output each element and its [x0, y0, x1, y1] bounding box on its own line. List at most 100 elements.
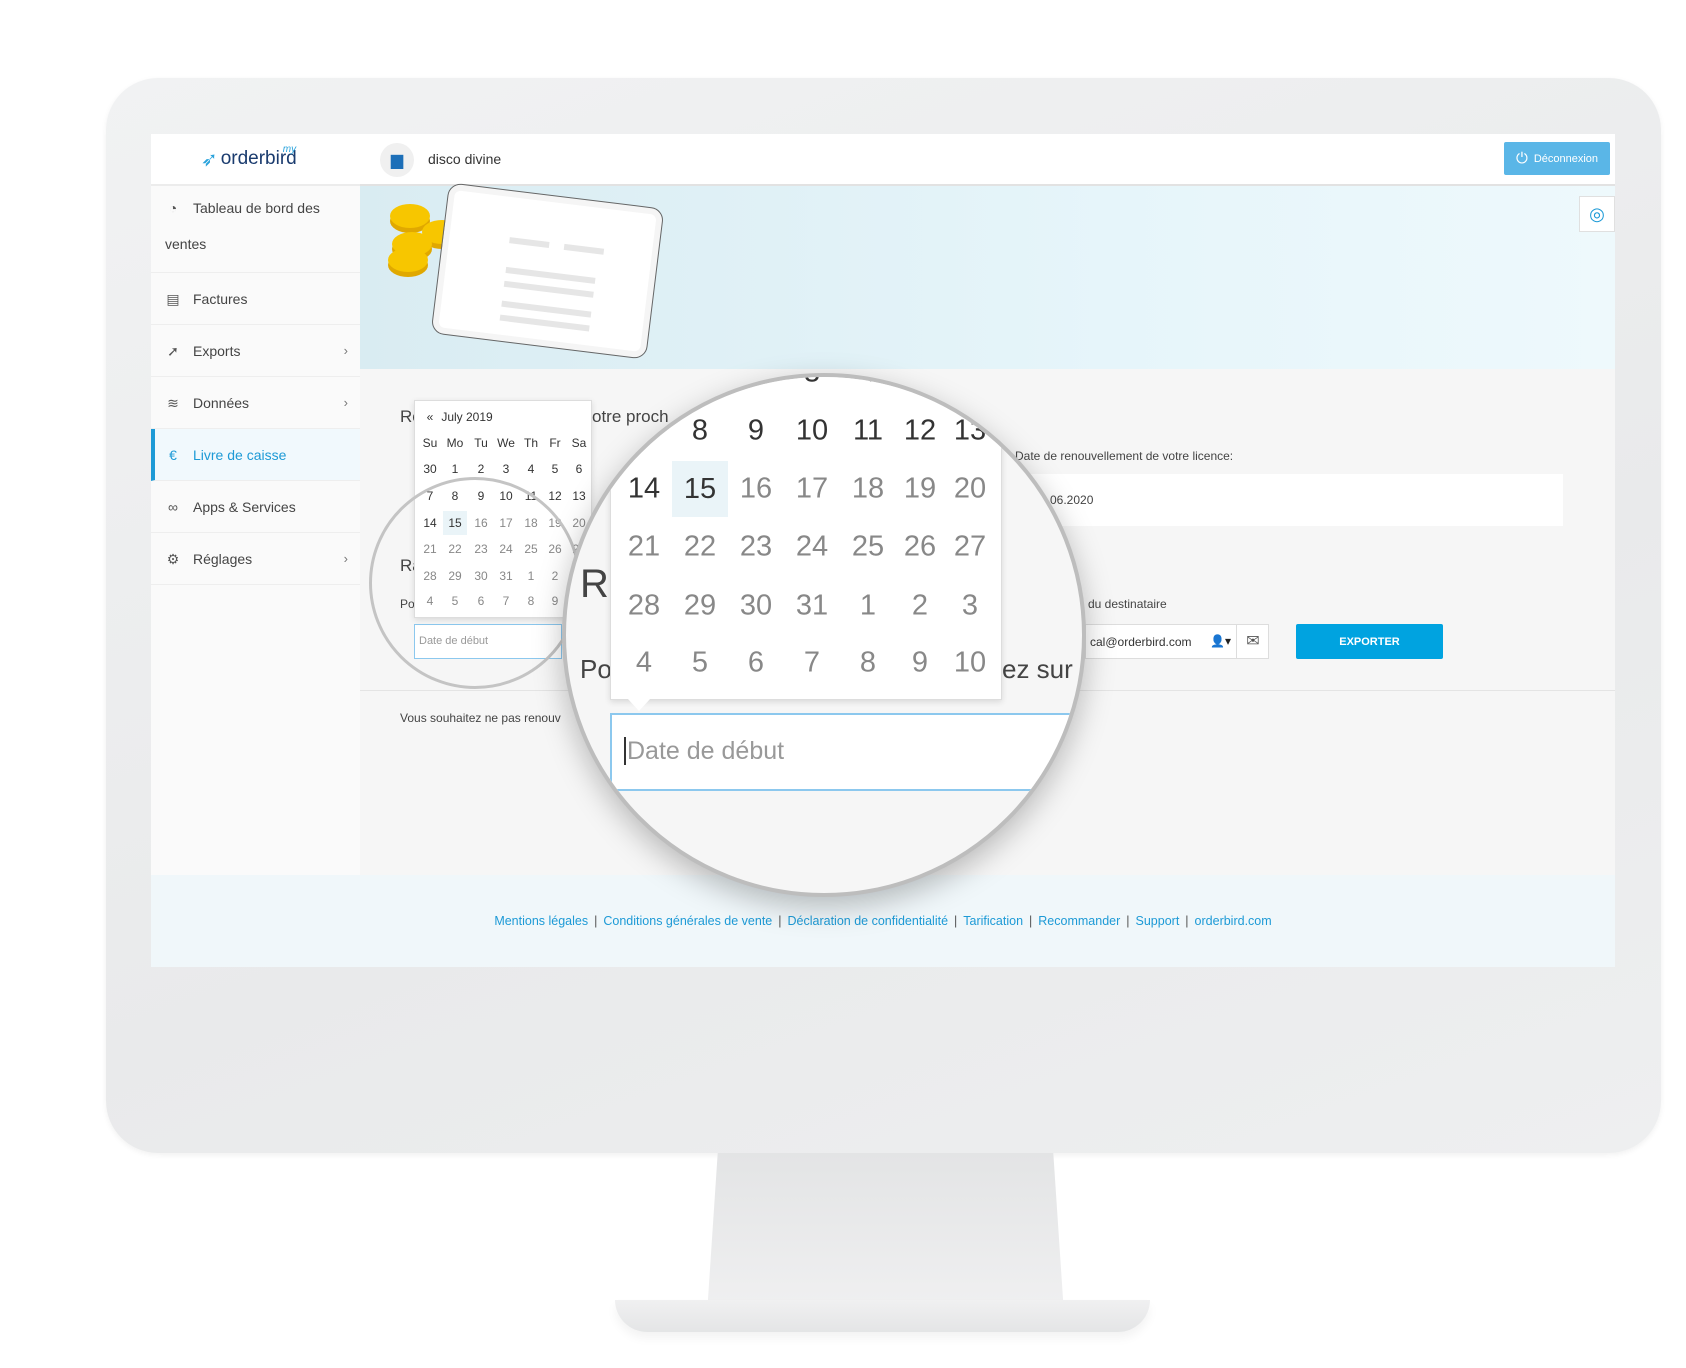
calendar-day[interactable]: 7	[636, 415, 652, 448]
calendar-day[interactable]: 13	[954, 415, 986, 448]
top-bar: ▆ disco divine ⏻ Déconnexion	[360, 134, 1615, 186]
weekday-label: Th	[523, 436, 539, 450]
calendar-day[interactable]: 17	[796, 473, 828, 506]
sidebar-item-donn-es[interactable]: ≋ Données ›	[151, 377, 360, 429]
datepicker-month-title: July 2019	[441, 410, 493, 424]
calendar-day[interactable]: 11	[853, 415, 883, 448]
footer-link[interactable]: Déclaration de confidentialité	[788, 914, 949, 928]
calendar-day[interactable]: 3	[962, 590, 978, 623]
calendar-day[interactable]: 1	[452, 462, 459, 476]
calendar-day[interactable]: 5	[692, 647, 708, 680]
calendar-day[interactable]: 23	[740, 531, 772, 564]
calendar-day[interactable]: 7	[804, 647, 820, 680]
separator: |	[594, 914, 598, 928]
calendar-day[interactable]: 8	[860, 647, 876, 680]
sidebar-item-r-glages[interactable]: ⚙ Réglages ›	[151, 533, 360, 585]
calendar-day[interactable]: 20	[954, 473, 986, 506]
start-date-input-magnified[interactable]: Date de début	[610, 713, 1080, 791]
coin-icon	[390, 204, 430, 228]
footer-link[interactable]: Conditions générales de vente	[603, 914, 772, 928]
mail-icon[interactable]: ✉	[1236, 625, 1269, 658]
calendar-day[interactable]: 26	[904, 531, 936, 564]
magnifier-ring-small	[369, 477, 581, 689]
calendar-day[interactable]: 10	[954, 647, 986, 680]
rings-icon: ∞	[168, 498, 178, 515]
calendar-day[interactable]: 4	[636, 647, 652, 680]
gauge-icon: ◔	[168, 200, 178, 216]
calendar-day[interactable]: 14	[628, 473, 660, 506]
calendar-day[interactable]: 9	[748, 415, 764, 448]
separator: |	[954, 914, 958, 928]
calendar-day[interactable]: 8	[692, 415, 708, 448]
weekday-label: We	[497, 436, 515, 450]
sidebar-item-factures[interactable]: ▤ Factures	[151, 273, 360, 325]
footer-link[interactable]: Tarification	[963, 914, 1023, 928]
bird-icon: ➶	[200, 148, 218, 171]
calendar-day[interactable]: 30	[740, 590, 772, 623]
sidebar-item-apps-services[interactable]: ∞ Apps & Services	[151, 481, 360, 533]
contact-dropdown-icon[interactable]: 👤▾	[1210, 634, 1231, 648]
calendar-day[interactable]: 1	[860, 590, 876, 623]
calendar-day[interactable]: 22	[684, 531, 716, 564]
logo[interactable]: ➶ orderbird my	[151, 134, 360, 186]
sidebar-item-exports[interactable]: ➚ Exports ›	[151, 325, 360, 377]
sidebar-item-tableau-de-bord-des-ventes[interactable]: ◔ Tableau de bord des ventes	[151, 186, 360, 273]
footer-link[interactable]: orderbird.com	[1195, 914, 1272, 928]
calendar-day[interactable]: 5	[552, 462, 559, 476]
recipient-label: du destinataire	[1088, 597, 1167, 611]
help-lifebuoy-icon[interactable]: ◎	[1579, 196, 1615, 232]
calendar-day[interactable]: 30	[423, 462, 436, 476]
sidebar-item-livre-de-caisse[interactable]: € Livre de caisse	[151, 429, 360, 481]
sidebar: ➶ orderbird my ◔ Tableau de bord des ventes…	[151, 134, 360, 875]
sidebar-item-label: Données	[193, 394, 250, 411]
calendar-day[interactable]: 3	[804, 377, 820, 390]
datepicker-prev-button[interactable]: «	[427, 410, 434, 424]
cashbook-icon: €	[169, 446, 177, 463]
export-icon: ➚	[167, 342, 179, 359]
sidebar-item-label: Livre de caisse	[193, 446, 287, 463]
renewal-field: 06.2020	[1015, 474, 1563, 526]
calendar-day[interactable]: 6	[748, 647, 764, 680]
chevron-right-icon: ›	[343, 343, 348, 358]
calendar-day-selected[interactable]: 15	[672, 461, 728, 517]
chevron-right-icon: ›	[343, 395, 348, 410]
calendar-day[interactable]: 12	[904, 415, 936, 448]
separator: |	[1029, 914, 1033, 928]
banner: ◎	[360, 182, 1615, 369]
calendar-day[interactable]: 19	[904, 473, 936, 506]
calendar-day[interactable]: 16	[740, 473, 772, 506]
footer-link[interactable]: Support	[1136, 914, 1180, 928]
document-icon: ▤	[166, 290, 180, 307]
weekday-label: Tu	[474, 436, 488, 450]
export-button[interactable]: EXPORTER	[1296, 624, 1443, 659]
calendar-day[interactable]: 2	[478, 462, 485, 476]
calendar-day[interactable]: 29	[684, 590, 716, 623]
calendar-day[interactable]: 27	[954, 531, 986, 564]
calendar-day[interactable]: 24	[796, 531, 828, 564]
calendar-day[interactable]: 18	[852, 473, 884, 506]
calendar-day[interactable]: 31	[796, 590, 828, 623]
email-input[interactable]: cal@orderbird.com 👤▾ ✉	[1085, 624, 1269, 659]
sidebar-item-label: Apps & Services	[193, 498, 296, 515]
chevron-right-icon: ›	[343, 551, 348, 566]
tablet-illustration	[430, 182, 665, 360]
paragraph-fragment: Po	[580, 654, 612, 684]
datepicker-popup-magnified: 3012345678910111213141516171819202122232…	[610, 377, 1002, 700]
footer-link[interactable]: Mentions légales	[494, 914, 588, 928]
separator: |	[1126, 914, 1130, 928]
calendar-day[interactable]: 25	[852, 531, 884, 564]
store-icon: ▆	[380, 143, 414, 177]
calendar-day[interactable]: 28	[628, 590, 660, 623]
footer-link[interactable]: Recommander	[1038, 914, 1120, 928]
calendar-day[interactable]: 9	[912, 647, 928, 680]
sidebar-item-label: Factures	[193, 290, 248, 307]
calendar-day[interactable]: 2	[912, 590, 928, 623]
calendar-day[interactable]: 21	[628, 531, 660, 564]
calendar-day[interactable]: 12	[548, 489, 561, 503]
sidebar-item-label: Réglages	[193, 550, 253, 567]
logout-button[interactable]: ⏻ Déconnexion	[1504, 142, 1610, 175]
calendar-day[interactable]: 3	[503, 462, 510, 476]
calendar-day[interactable]: 4	[528, 462, 535, 476]
calendar-day[interactable]: 10	[796, 415, 828, 448]
separator: |	[778, 914, 782, 928]
